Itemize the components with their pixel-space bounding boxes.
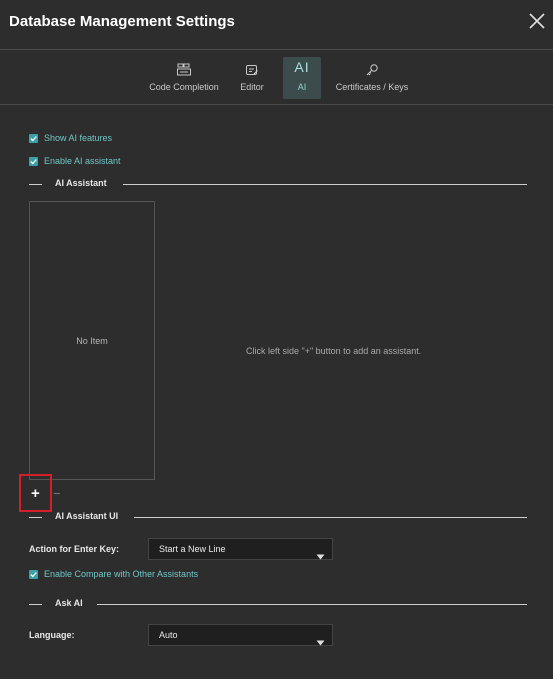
plus-icon: + <box>31 485 40 502</box>
enable-ai-assistant-checkbox[interactable]: Enable AI assistant <box>29 156 121 166</box>
code-completion-icon <box>146 57 222 77</box>
window-title: Database Management Settings <box>9 13 235 30</box>
select-value: Auto <box>159 630 178 640</box>
tab-certificates-keys[interactable]: Certificates / Keys <box>333 57 411 97</box>
remove-assistant-button[interactable]: − <box>53 486 61 501</box>
select-value: Start a New Line <box>159 544 226 554</box>
show-ai-features-checkbox[interactable]: Show AI features <box>29 133 112 143</box>
assistant-hint: Click left side "+" button to add an ass… <box>246 346 422 356</box>
checkbox-label: Enable AI assistant <box>44 156 121 166</box>
section-title: AI Assistant UI <box>55 511 131 521</box>
checkbox-label: Enable Compare with Other Assistants <box>44 569 199 579</box>
tab-ai[interactable]: AI AI <box>283 57 321 99</box>
tabs-divider <box>0 104 553 105</box>
checkbox-label: Show AI features <box>44 133 113 143</box>
add-assistant-button[interactable]: + <box>19 474 52 512</box>
editor-icon <box>234 57 270 77</box>
ai-assistant-ui-section-header: AI Assistant UI <box>29 511 527 523</box>
tab-label: AI <box>297 82 307 92</box>
enter-key-label: Action for Enter Key: <box>29 544 120 554</box>
chevron-down-icon <box>316 547 325 565</box>
checkbox-checked-icon <box>29 569 38 579</box>
section-title: Ask AI <box>55 598 95 608</box>
enable-compare-checkbox[interactable]: Enable Compare with Other Assistants <box>29 569 198 579</box>
empty-list-text: No Item <box>76 336 108 346</box>
title-bar: Database Management Settings <box>0 0 553 48</box>
tab-label: Certificates / Keys <box>335 82 409 92</box>
ai-assistant-section-header: AI Assistant <box>29 178 527 190</box>
settings-tabs: Code Completion Editor AI AI Certificate… <box>0 57 553 99</box>
ai-icon: AI <box>294 59 310 75</box>
tab-label: Code Completion <box>149 82 219 92</box>
language-select[interactable]: Auto <box>148 624 333 646</box>
title-divider <box>0 49 553 50</box>
close-icon[interactable] <box>527 11 547 31</box>
ask-ai-section-header: Ask AI <box>29 598 527 610</box>
tab-label: Editor <box>240 82 264 92</box>
checkbox-checked-icon <box>29 133 38 143</box>
checkbox-checked-icon <box>29 156 38 166</box>
key-icon <box>333 57 411 77</box>
enter-key-select[interactable]: Start a New Line <box>148 538 333 560</box>
tab-editor[interactable]: Editor <box>234 57 270 97</box>
tab-code-completion[interactable]: Code Completion <box>146 57 222 97</box>
language-label: Language: <box>29 630 75 640</box>
chevron-down-icon <box>316 633 325 651</box>
assistant-list[interactable]: No Item <box>29 201 155 480</box>
section-title: AI Assistant <box>55 178 119 188</box>
